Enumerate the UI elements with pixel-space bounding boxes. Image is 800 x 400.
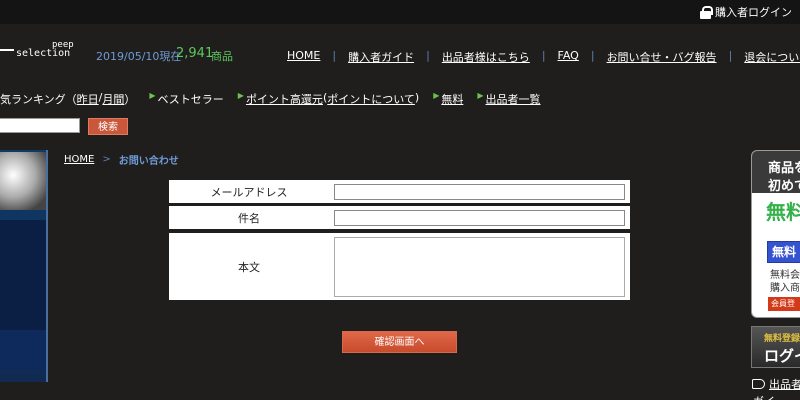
arrow-right-icon: ▶	[477, 91, 484, 100]
nav-separator: |	[541, 49, 546, 62]
search-button[interactable]: 検索	[88, 118, 128, 135]
product-count: 2,941	[176, 46, 214, 61]
left-promo-banner[interactable]	[0, 150, 48, 382]
subject-row: 件名	[169, 206, 630, 229]
nav-separator: |	[728, 49, 733, 62]
logo-text-bottom: selection	[16, 48, 71, 59]
ranking-month-link[interactable]: 月間	[102, 91, 124, 107]
sellers-list-link[interactable]: 出品者一覧	[486, 91, 541, 107]
buyer-login-label: 購入者ログイン	[715, 6, 792, 19]
banner-line2: 初めて	[768, 179, 800, 194]
banner-chrome-shape	[0, 152, 46, 210]
arrow-right-icon: ▶	[433, 91, 440, 100]
right-guide-link[interactable]: ガイ	[753, 393, 775, 400]
email-row: メールアドレス	[169, 180, 630, 203]
site-logo[interactable]: peep selection	[0, 40, 80, 64]
subject-label: 件名	[238, 211, 260, 225]
banner-panel	[0, 220, 46, 340]
breadcrumb: HOME > お問い合わせ	[64, 152, 179, 167]
points-link[interactable]: ポイント高還元	[246, 91, 323, 107]
banner-small2: 購入商	[770, 283, 800, 294]
sub-nav: 気ランキング（ 昨日 / 月間 ） ▶ ベストセラー ▶ ポイント高還元 ( ポ…	[0, 91, 541, 107]
banner-header: 商品を 初めて	[752, 151, 800, 194]
logo-bar	[0, 49, 14, 51]
nav-separator: |	[332, 49, 337, 62]
nav-withdraw[interactable]: 退会について	[744, 49, 800, 65]
breadcrumb-home[interactable]: HOME	[64, 154, 94, 165]
ranking-yesterday-link[interactable]: 昨日	[77, 91, 99, 107]
right-signup-banner[interactable]: 商品を 初めて 無料 無料 無料会 購入商 会員登	[751, 150, 800, 318]
ranking-prefix: 気ランキング（	[0, 93, 77, 106]
body-row: 本文	[169, 233, 630, 300]
arrow-right-icon: ▶	[237, 91, 244, 100]
nav-buyer-guide[interactable]: 購入者ガイド	[348, 49, 414, 65]
nav-sellers[interactable]: 出品者様はこちら	[442, 49, 530, 65]
pointing-hand-icon	[752, 379, 765, 389]
banner-panel	[0, 330, 46, 370]
banner-register-button[interactable]: 会員登	[768, 297, 800, 311]
arrow-right-icon: ▶	[149, 91, 156, 100]
right-login-bottom: ログイ	[764, 347, 800, 365]
right-login-button[interactable]: 無料登録 ログイ	[751, 326, 800, 368]
lock-icon	[700, 5, 713, 19]
ranking-suffix: ）	[124, 93, 136, 106]
email-field[interactable]	[334, 184, 625, 200]
confirm-button[interactable]: 確認画面へ	[342, 331, 457, 353]
banner-line1: 商品を	[768, 161, 800, 176]
free-link[interactable]: 無料	[441, 91, 463, 107]
search-input[interactable]	[0, 118, 80, 133]
stock-date: 2019/05/10現在	[96, 50, 182, 63]
right-seller-link[interactable]: 出品者	[752, 376, 800, 392]
product-count-unit: 商品	[211, 50, 233, 63]
main-nav: HOME | 購入者ガイド | 出品者様はこちら | FAQ | お問い合せ・バ…	[287, 49, 800, 65]
email-label: メールアドレス	[210, 185, 288, 199]
breadcrumb-separator: >	[102, 154, 111, 165]
breadcrumb-current: お問い合わせ	[118, 156, 179, 167]
nav-home[interactable]: HOME	[287, 49, 320, 65]
right-seller-label: 出品者	[769, 378, 800, 391]
right-login-top: 無料登録	[764, 334, 800, 344]
right-guide-label: ガイ	[753, 395, 775, 400]
body-textarea[interactable]	[334, 237, 625, 297]
banner-free-badge: 無料	[767, 241, 800, 263]
points-about-link[interactable]: ポイントについて	[327, 91, 415, 107]
nav-faq[interactable]: FAQ	[558, 49, 579, 65]
banner-free-text: 無料	[766, 200, 800, 224]
nav-separator: |	[590, 49, 595, 62]
subject-field[interactable]	[334, 210, 625, 226]
nav-separator: |	[426, 49, 430, 62]
buyer-login-link[interactable]: 購入者ログイン	[700, 4, 792, 20]
top-bar: 購入者ログイン	[0, 0, 800, 24]
bestseller-link[interactable]: ベストセラー	[158, 91, 224, 107]
nav-contact[interactable]: お問い合せ・バグ報告	[607, 49, 717, 65]
body-label: 本文	[238, 260, 260, 274]
